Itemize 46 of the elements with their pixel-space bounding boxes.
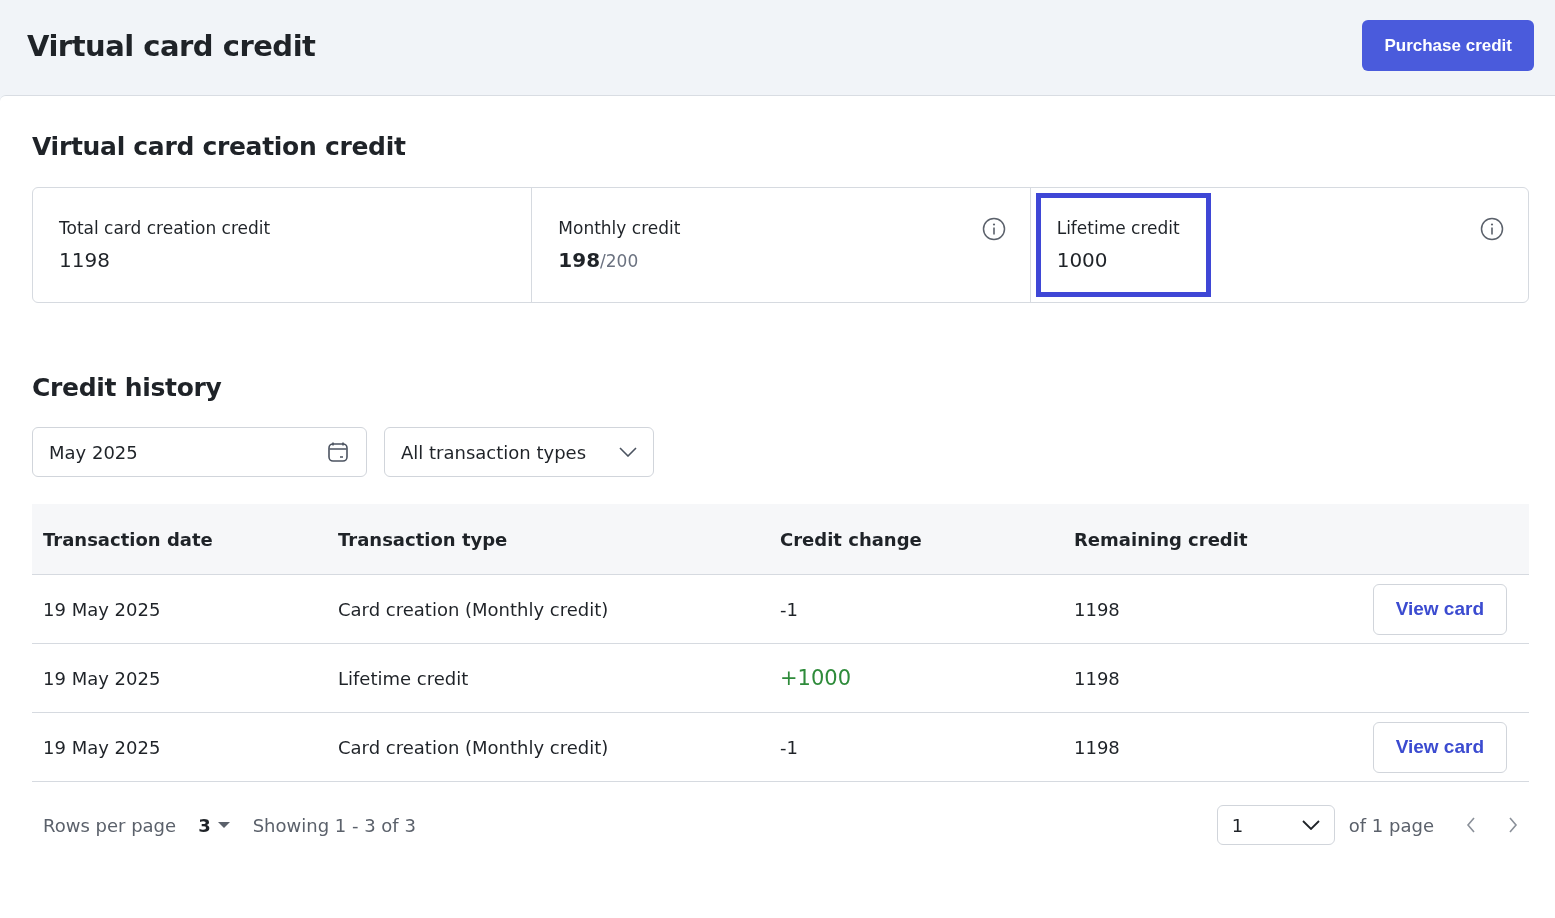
- month-field[interactable]: May 2025: [32, 427, 367, 477]
- page-title: Virtual card credit: [27, 28, 316, 63]
- table-cell: 19 May 2025: [43, 667, 161, 689]
- page-value: 1: [1231, 814, 1244, 836]
- dropdown-value: All transaction types: [401, 441, 587, 463]
- column-header: Remaining credit: [1074, 528, 1248, 550]
- page-count: of 1 page: [1348, 814, 1434, 836]
- column-header: Transaction type: [338, 528, 508, 550]
- section-title: Credit history: [32, 373, 223, 402]
- chevron-down-icon: [619, 447, 637, 457]
- credit-change: +1000: [780, 666, 852, 690]
- next-page-icon[interactable]: [1508, 817, 1518, 833]
- view-card-button[interactable]: View card: [1372, 721, 1507, 773]
- stat-value: 1198: [59, 248, 111, 272]
- stat-value: 198/200: [558, 248, 640, 272]
- info-icon[interactable]: [1480, 217, 1504, 241]
- table-cell: Lifetime credit: [338, 667, 469, 689]
- stat-label: Monthly credit: [558, 218, 681, 238]
- page-dropdown[interactable]: 1: [1216, 805, 1335, 845]
- transaction-type-dropdown[interactable]: All transaction types: [384, 427, 654, 477]
- table-cell: 1198: [1074, 598, 1120, 620]
- column-header: Credit change: [780, 528, 922, 550]
- table-cell: Card creation (Monthly credit): [338, 736, 609, 758]
- view-card-button[interactable]: View card: [1372, 583, 1507, 635]
- stat-label: Lifetime credit: [1056, 218, 1180, 238]
- table-cell: 1198: [1074, 667, 1120, 689]
- info-icon[interactable]: [981, 217, 1006, 241]
- purchase-credit-button[interactable]: Purchase credit: [1362, 20, 1534, 71]
- rows-per-page-dropdown[interactable]: 3: [198, 814, 231, 836]
- table-cell: 19 May 2025: [43, 736, 161, 758]
- credit-change: -1: [780, 736, 798, 758]
- caret-down-icon: [216, 821, 231, 829]
- credit-change: -1: [780, 598, 798, 620]
- stat-label: Total card creation credit: [59, 218, 271, 238]
- month-value: May 2025: [49, 441, 138, 463]
- showing-count: Showing 1 - 3 of 3: [252, 814, 416, 836]
- table-cell: 1198: [1074, 736, 1120, 758]
- calendar-icon: [326, 440, 350, 464]
- rows-per-page-label: Rows per page: [43, 814, 177, 836]
- stat-value: 1000: [1056, 248, 1109, 272]
- section-title: Virtual card creation credit: [32, 132, 407, 161]
- table-cell: Card creation (Monthly credit): [338, 598, 609, 620]
- table-cell: 19 May 2025: [43, 598, 161, 620]
- column-header: Transaction date: [43, 528, 213, 550]
- chevron-down-icon: [1301, 820, 1320, 830]
- previous-page-icon[interactable]: [1466, 817, 1476, 833]
